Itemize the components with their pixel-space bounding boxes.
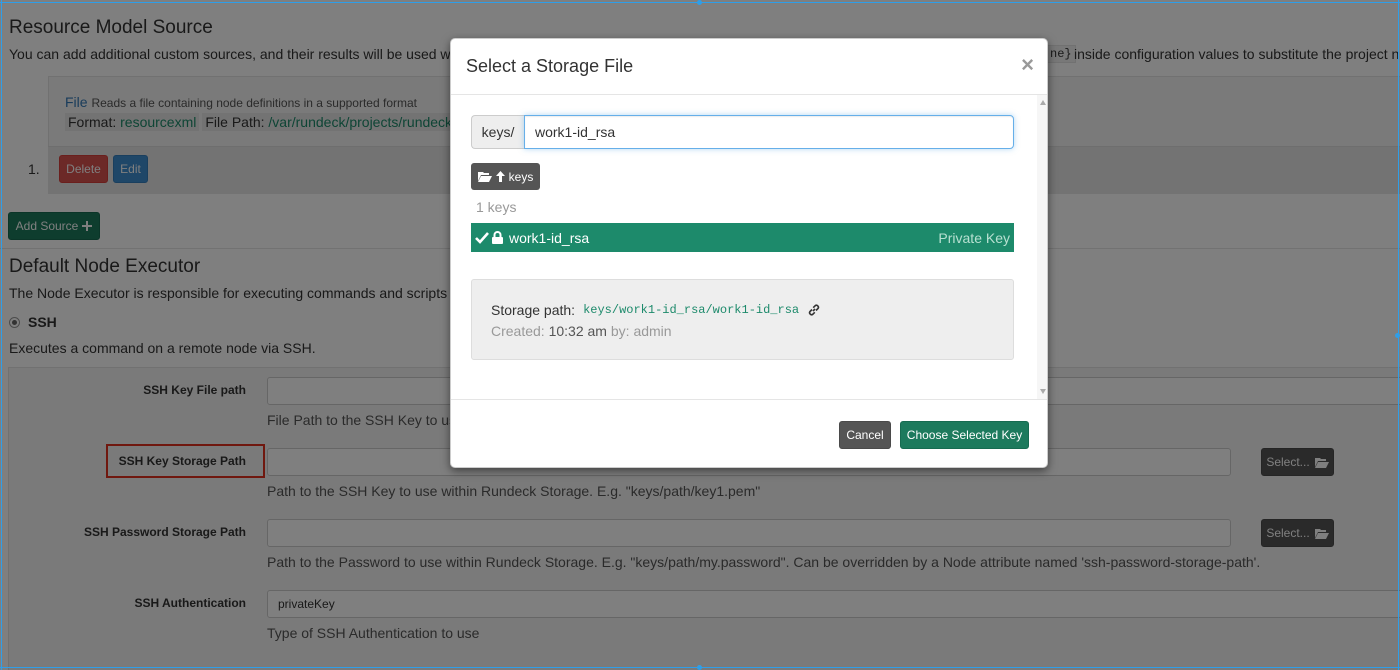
arrow-up-icon <box>495 171 505 182</box>
storage-file-modal: Select a Storage File × keys/ work1-id_r… <box>450 38 1048 468</box>
frame-handle-right[interactable] <box>1395 333 1400 338</box>
created-by-user: admin <box>633 323 672 339</box>
choose-selected-key-button[interactable]: Choose Selected Key <box>900 421 1029 449</box>
modal-body: keys/ work1-id_rsa keys 1 keys work1-id_… <box>451 95 1047 399</box>
modal-scrollbar[interactable] <box>1037 95 1047 399</box>
key-name: work1-id_rsa <box>509 229 590 246</box>
created-line: Created: 10:32 am by: admin <box>491 323 672 339</box>
storage-path-group: keys/ work1-id_rsa <box>471 115 1014 149</box>
path-prefix: keys/ <box>471 115 524 149</box>
close-icon[interactable]: × <box>1021 52 1034 78</box>
key-details: Storage path: keys/work1-id_rsa/work1-id… <box>471 279 1014 360</box>
created-time: 10:32 am <box>548 323 607 339</box>
storage-path-label: Storage path: <box>491 302 576 318</box>
key-type: Private Key <box>938 229 1010 246</box>
check-icon <box>475 231 489 244</box>
modal-header: Select a Storage File × <box>451 39 1047 95</box>
frame-left-edge <box>1 0 2 670</box>
scroll-down-arrow[interactable] <box>1040 389 1046 394</box>
modal-footer: Cancel Choose Selected Key <box>451 399 1047 467</box>
frame-handle-top[interactable] <box>697 0 702 5</box>
storage-path-input[interactable]: work1-id_rsa <box>524 115 1014 149</box>
up-directory-label: keys <box>508 169 534 184</box>
created-label: Created: <box>491 323 545 339</box>
scroll-up-arrow[interactable] <box>1040 100 1046 105</box>
key-list-item[interactable]: work1-id_rsa Private Key <box>471 223 1014 252</box>
cancel-button[interactable]: Cancel <box>839 421 891 449</box>
folder-open-icon <box>477 172 492 182</box>
link-icon[interactable] <box>807 303 821 317</box>
up-directory-button[interactable]: keys <box>471 163 540 190</box>
frame-handle-bottom[interactable] <box>697 665 702 670</box>
page: Resource Model Source You can add additi… <box>0 0 1400 670</box>
created-by-label: by: <box>610 323 630 339</box>
storage-path-line: Storage path: keys/work1-id_rsa/work1-id… <box>491 302 821 318</box>
modal-title: Select a Storage File <box>466 56 634 76</box>
keys-count: 1 keys <box>476 199 517 215</box>
storage-path-value: keys/work1-id_rsa/work1-id_rsa <box>583 303 800 317</box>
lock-icon <box>492 231 503 244</box>
